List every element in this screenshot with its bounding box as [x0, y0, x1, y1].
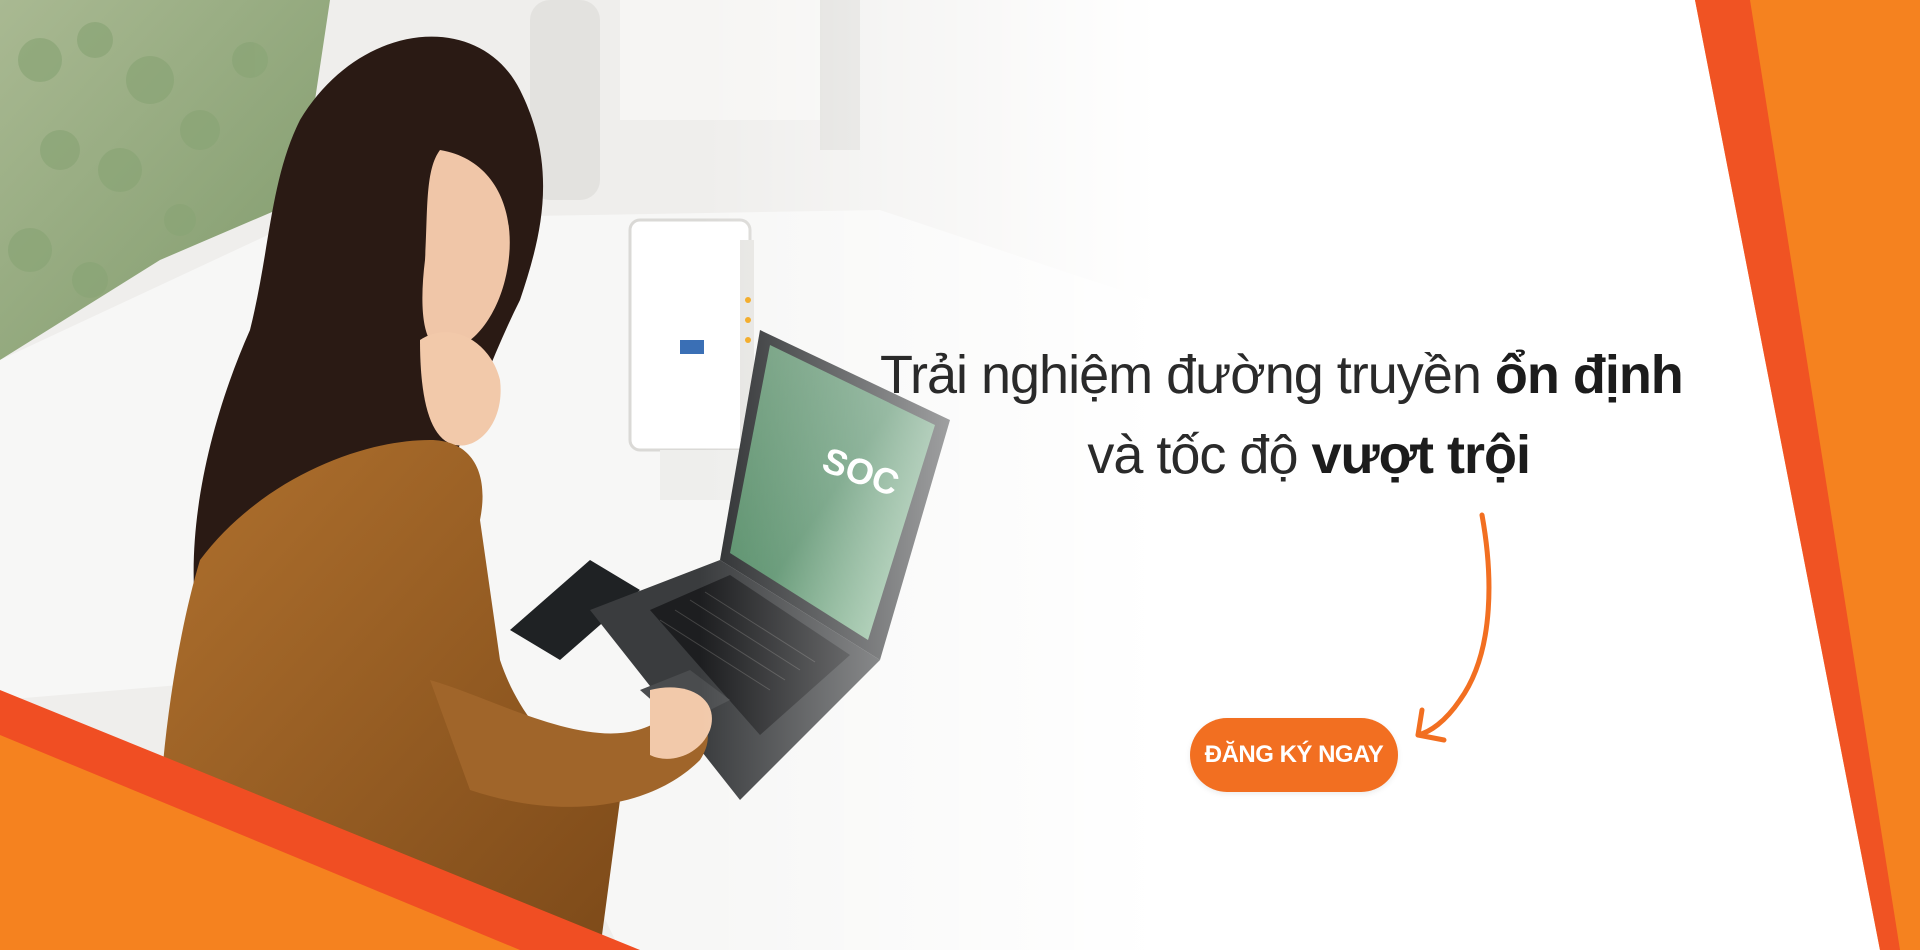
curved-arrow-icon — [1415, 512, 1492, 743]
hero-banner: SOC — [0, 0, 1920, 950]
headline-line-1: Trải nghiệm đường truyền ổn định — [880, 345, 1684, 405]
register-now-button[interactable]: ĐĂNG KÝ NGAY — [1190, 718, 1398, 792]
hero-headline: Trải nghiệm đường truyền ổn định và tốc … — [880, 335, 1684, 495]
headline-line-2: và tốc độ vượt trội — [1087, 425, 1531, 485]
